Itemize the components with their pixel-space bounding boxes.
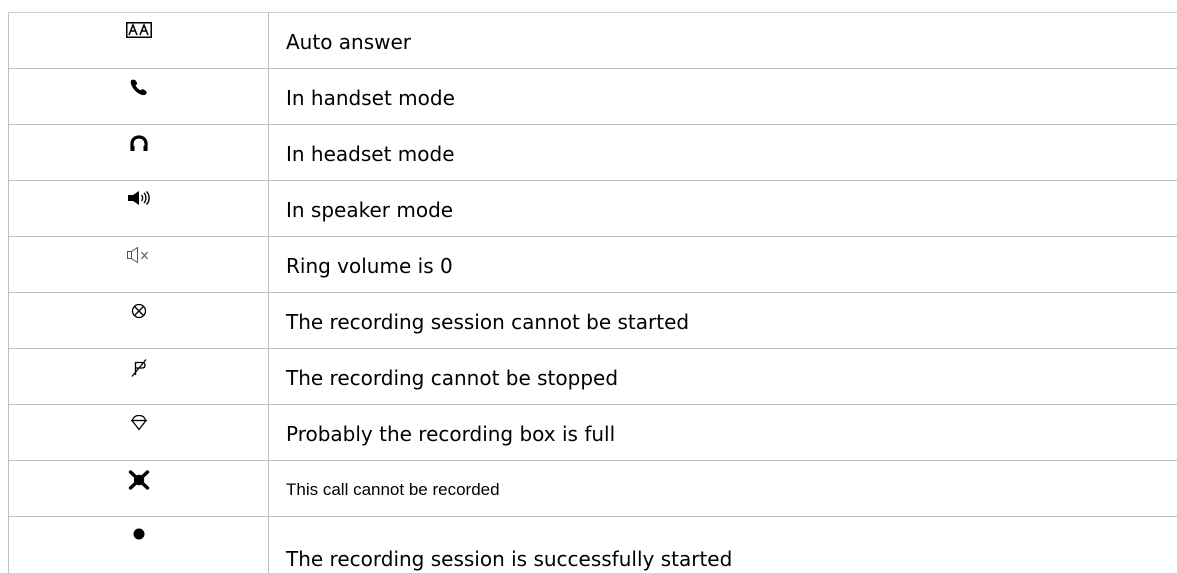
ring-volume-off-icon bbox=[126, 246, 152, 264]
icon-description: The recording session is successfully st… bbox=[269, 517, 1177, 573]
recording-start-failed-icon bbox=[130, 302, 148, 320]
table-row: Ring volume is 0 bbox=[9, 237, 1177, 293]
icon-description: This call cannot be recorded bbox=[269, 461, 1177, 517]
table-row: Probably the recording box is full bbox=[9, 405, 1177, 461]
table-row: This call cannot be recorded bbox=[9, 461, 1177, 517]
recording-stop-failed-icon bbox=[129, 358, 149, 378]
icon-description: In handset mode bbox=[269, 69, 1177, 125]
auto-answer-icon bbox=[126, 22, 152, 38]
icon-description: Probably the recording box is full bbox=[269, 405, 1177, 461]
icon-description: Auto answer bbox=[269, 13, 1177, 69]
table-row: In headset mode bbox=[9, 125, 1177, 181]
table-row: The recording session cannot be started bbox=[9, 293, 1177, 349]
icon-cell bbox=[9, 181, 269, 237]
icon-cell bbox=[9, 349, 269, 405]
headset-icon bbox=[129, 134, 149, 152]
table-row: The recording cannot be stopped bbox=[9, 349, 1177, 405]
icon-cell bbox=[9, 517, 269, 573]
icon-cell bbox=[9, 237, 269, 293]
icon-description: The recording cannot be stopped bbox=[269, 349, 1177, 405]
icon-description: In headset mode bbox=[269, 125, 1177, 181]
table-row: Auto answer bbox=[9, 13, 1177, 69]
table-row: In handset mode bbox=[9, 69, 1177, 125]
icon-description: In speaker mode bbox=[269, 181, 1177, 237]
icon-cell bbox=[9, 13, 269, 69]
icon-cell bbox=[9, 69, 269, 125]
icon-cell bbox=[9, 405, 269, 461]
icon-description: Ring volume is 0 bbox=[269, 237, 1177, 293]
table-row: The recording session is successfully st… bbox=[9, 517, 1177, 573]
icon-cell bbox=[9, 461, 269, 517]
icon-cell bbox=[9, 293, 269, 349]
speaker-icon bbox=[127, 190, 151, 206]
call-not-recordable-icon bbox=[128, 470, 150, 490]
recording-started-icon bbox=[131, 526, 147, 542]
table-row: In speaker mode bbox=[9, 181, 1177, 237]
icon-legend-table: Auto answer In handset mode bbox=[8, 12, 1177, 573]
icon-cell bbox=[9, 125, 269, 181]
handset-icon bbox=[129, 78, 149, 96]
recording-box-full-icon bbox=[129, 414, 149, 432]
icon-description: The recording session cannot be started bbox=[269, 293, 1177, 349]
